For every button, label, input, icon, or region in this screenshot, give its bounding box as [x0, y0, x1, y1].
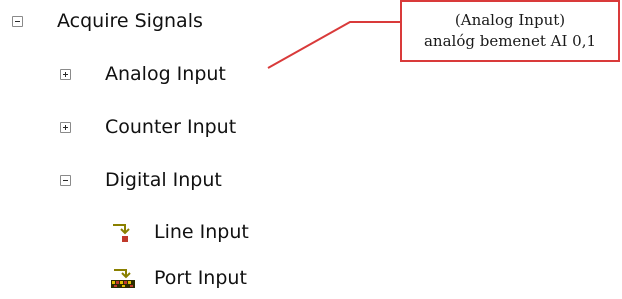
tree-item-label: Acquire Signals — [57, 10, 203, 32]
collapse-icon[interactable] — [12, 15, 23, 27]
tree-item-label: Port Input — [154, 267, 247, 289]
tree-item-label: Analog Input — [105, 63, 226, 85]
tree-item-label: Counter Input — [105, 116, 237, 138]
port-input-icon — [111, 269, 135, 288]
tree-item-acquire-signals[interactable]: Acquire Signals — [12, 4, 203, 38]
tree-item-counter-input[interactable]: Counter Input — [60, 110, 236, 144]
callout-annotation: (Analog Input) analóg bemenet AI 0,1 — [400, 0, 620, 62]
tree-item-label: Line Input — [154, 221, 249, 243]
collapse-icon[interactable] — [60, 174, 71, 186]
tree-item-label: Digital Input — [105, 169, 222, 191]
tree-item-line-input[interactable]: Line Input — [110, 215, 249, 249]
tree-item-port-input[interactable]: Port Input — [110, 261, 247, 295]
callout-line-2: analóg bemenet AI 0,1 — [423, 32, 597, 50]
tree-item-analog-input[interactable]: Analog Input — [60, 57, 226, 91]
expand-icon[interactable] — [60, 68, 71, 80]
expand-icon[interactable] — [60, 121, 71, 133]
tree-item-digital-input[interactable]: Digital Input — [60, 163, 222, 197]
line-input-icon — [113, 224, 130, 242]
callout-line-1: (Analog Input) — [454, 11, 566, 29]
